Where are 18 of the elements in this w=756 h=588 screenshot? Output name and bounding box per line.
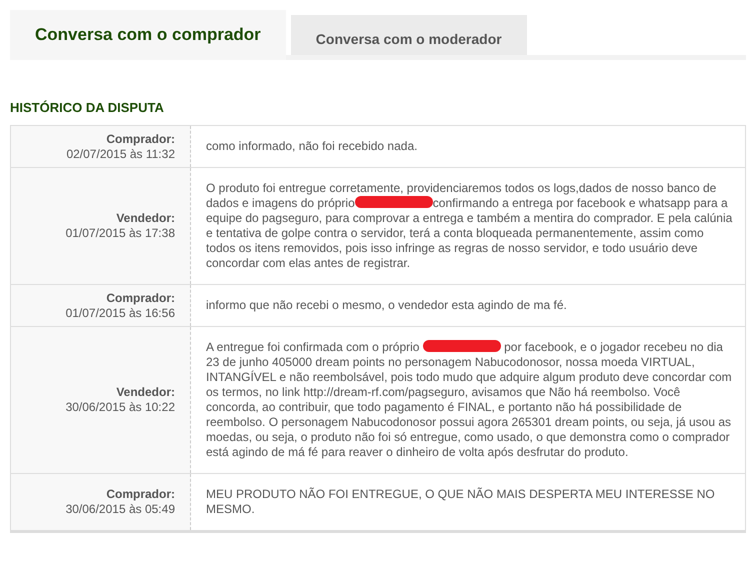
message-date: 02/07/2015 às 11:32 (66, 146, 175, 162)
tab[interactable]: Conversa com o moderador (290, 15, 527, 55)
message-date: 01/07/2015 às 17:38 (66, 226, 175, 241)
message-text: O produto foi entregue corretamente, providenciaremos todos os logs,dados de nosso banco de dados e imagens do próprio confirmando a entrega por facebook e whatsapp para a equipe do pagseguro, para comprovar a entrega e também a mentira do comprador. E pela calúnia e tentativa de golpe contra o servidor, terá a conta bloqueada permanentemente, assim como todos os itens removidos, pois isso infringe as regras de nosso servidor, e todo usuário deve concordar com elas antes de registrar. (206, 181, 733, 271)
message-date: 30/06/2015 às 10:22 (66, 400, 175, 415)
author-label: Comprador: (106, 132, 175, 146)
author-label: Comprador: (106, 290, 175, 306)
message-text: A entregue foi confirmada com o próprio por facebook, e o jogador recebeu no dia 23 de junho 405000 dream points no personagem Nabucodonosor, nossa moeda VIRTUAL, INTANGÍVEL e não reembolsável, pois todo mudo que adquire algum produto deve concordar com os termos, no link http://dream-rf.com/pagseguro, avisamos que Não há reembolso. Você concorda, ao contribuir, que todo pagamento é FINAL, e portanto não há possibilidade de reembolso. O personagem Nabucodonosor possui agora 265301 dream points, ou seja, já usou as moedas, ou seja, o produto não foi só entregue, como usado, o que demonstra como o comprador está agindo de má fé para reaver o dinheiro de volta após desfrutar do produto. (206, 340, 733, 460)
message-date: 01/07/2015 às 16:56 (66, 306, 175, 320)
message-text: MEU PRODUTO NÃO FOI ENTREGUE, O QUE NÃO MAIS DESPERTA MEU INTERESSE NO MESMO. (206, 487, 716, 517)
message-text: informo que não recebi o mesmo, o vendedor esta agindo de ma fé. (206, 298, 567, 313)
tab[interactable]: Conversa com o comprador (10, 10, 286, 60)
author-label: Vendedor: (116, 385, 175, 400)
section-title: HISTÓRICO DA DISPUTA (10, 100, 165, 115)
author-label: Vendedor: (116, 211, 175, 226)
message-date: 30/06/2015 às 05:49 (66, 502, 175, 517)
author-label: Comprador: (106, 487, 175, 502)
message-text: como informado, não foi recebido nada. (206, 139, 418, 154)
